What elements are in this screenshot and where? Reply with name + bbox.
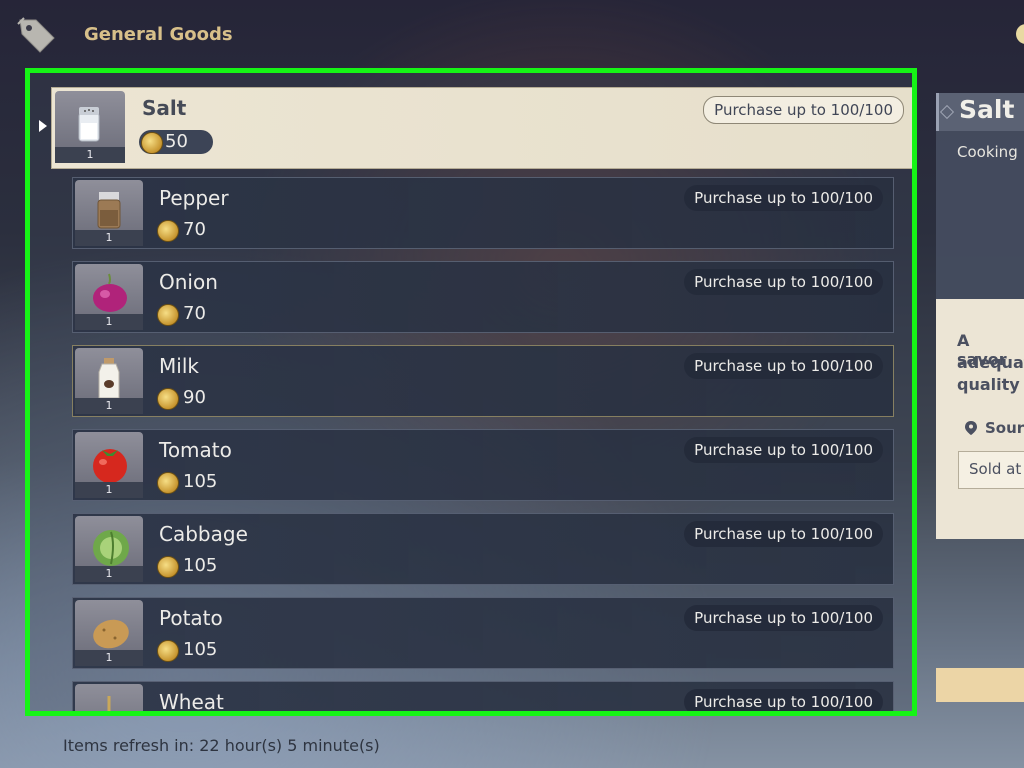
onion-icon bbox=[93, 273, 127, 312]
item-price-value: 90 bbox=[183, 387, 206, 408]
cabbage-icon bbox=[93, 530, 129, 566]
description-line: adequat bbox=[957, 353, 1024, 372]
purchase-limit-badge: Purchase up to 100/100 bbox=[684, 605, 883, 631]
mora-coin-icon bbox=[157, 556, 179, 578]
item-quantity: 1 bbox=[75, 650, 143, 666]
price-tag-icon bbox=[17, 17, 55, 53]
item-row-pepper[interactable]: 1 Pepper 70 Purchase up to 100/100 bbox=[72, 177, 894, 249]
item-name: Onion bbox=[159, 270, 218, 294]
mora-coin-icon bbox=[157, 640, 179, 662]
item-row-salt[interactable]: 1 Salt 50 Purchase up to 100/100 bbox=[51, 87, 912, 169]
detail-header: Salt bbox=[936, 93, 1024, 131]
source-label: Sour bbox=[985, 419, 1024, 437]
shop-title: General Goods bbox=[84, 24, 233, 45]
milk-bottle-icon bbox=[98, 358, 120, 399]
item-thumbnail: 1 bbox=[75, 264, 143, 330]
purchase-limit-badge: Purchase up to 100/100 bbox=[684, 269, 883, 295]
item-name: Tomato bbox=[159, 438, 232, 462]
item-thumbnail: 1 bbox=[55, 91, 125, 163]
purchase-limit-badge: Purchase up to 100/100 bbox=[684, 185, 883, 211]
item-name: Salt bbox=[142, 96, 187, 120]
item-row-onion[interactable]: 1 Onion 70 Purchase up to 100/100 bbox=[72, 261, 894, 333]
item-price-value: 70 bbox=[183, 219, 206, 240]
item-price-value: 70 bbox=[183, 303, 206, 324]
source-value-box: Sold at bbox=[958, 451, 1024, 489]
item-row-cabbage[interactable]: 1 Cabbage 105 Purchase up to 100/100 bbox=[72, 513, 894, 585]
mora-coin-icon bbox=[157, 388, 179, 410]
item-quantity: 1 bbox=[75, 482, 143, 498]
mora-coin-icon bbox=[141, 132, 163, 154]
item-thumbnail: 1 bbox=[75, 600, 143, 666]
salt-shaker-icon bbox=[78, 107, 100, 142]
item-price-value: 105 bbox=[183, 639, 218, 660]
item-name: Cabbage bbox=[159, 522, 248, 546]
purchase-limit-badge: Purchase up to 100/100 bbox=[684, 689, 883, 711]
mora-coin-icon bbox=[157, 220, 179, 242]
purchase-limit-badge: Purchase up to 100/100 bbox=[684, 521, 883, 547]
item-row-milk[interactable]: 1 Milk 90 Purchase up to 100/100 bbox=[72, 345, 894, 417]
diamond-icon bbox=[939, 104, 955, 120]
item-price: 50 bbox=[139, 130, 213, 154]
item-list-frame: 1 Salt 50 Purchase up to 100/100 1 Peppe… bbox=[25, 68, 917, 716]
item-quantity: 1 bbox=[75, 566, 143, 582]
wheat-icon bbox=[107, 696, 111, 711]
top-bar: General Goods bbox=[0, 0, 1024, 70]
mora-currency-icon bbox=[1016, 24, 1024, 44]
detail-title: Salt bbox=[959, 95, 1015, 124]
item-thumbnail: 1 bbox=[75, 180, 143, 246]
item-price-value: 105 bbox=[183, 555, 218, 576]
item-name: Milk bbox=[159, 354, 199, 378]
item-name: Potato bbox=[159, 606, 223, 630]
tomato-icon bbox=[93, 449, 127, 483]
description-line: quality bbox=[957, 375, 1020, 394]
mora-coin-icon bbox=[157, 304, 179, 326]
purchase-limit-badge: Purchase up to 100/100 bbox=[703, 96, 904, 124]
item-name: Wheat bbox=[159, 690, 224, 711]
detail-type: Cooking bbox=[957, 143, 1018, 161]
detail-type-section: Cooking bbox=[936, 131, 1024, 299]
item-name: Pepper bbox=[159, 186, 229, 210]
item-row-wheat[interactable]: Wheat Purchase up to 100/100 bbox=[72, 681, 894, 711]
purchase-limit-badge: Purchase up to 100/100 bbox=[684, 437, 883, 463]
location-pin-icon bbox=[965, 421, 977, 435]
source-value: Sold at bbox=[969, 460, 1022, 478]
purchase-limit-badge: Purchase up to 100/100 bbox=[684, 353, 883, 379]
item-list[interactable]: 1 Salt 50 Purchase up to 100/100 1 Peppe… bbox=[30, 73, 912, 711]
pepper-jar-icon bbox=[97, 192, 121, 229]
item-thumbnail: 1 bbox=[75, 348, 143, 414]
item-price-value: 105 bbox=[183, 471, 218, 492]
item-quantity: 1 bbox=[55, 147, 125, 163]
item-detail-panel: Salt Cooking A savor adequat quality Sou… bbox=[936, 93, 1024, 703]
item-thumbnail: 1 bbox=[75, 516, 143, 582]
item-row-potato[interactable]: 1 Potato 105 Purchase up to 100/100 bbox=[72, 597, 894, 669]
potato-icon bbox=[93, 619, 129, 649]
item-thumbnail: 1 bbox=[75, 432, 143, 498]
item-price-value: 50 bbox=[165, 131, 188, 152]
purchase-button[interactable] bbox=[936, 668, 1024, 702]
refresh-timer: Items refresh in: 22 hour(s) 5 minute(s) bbox=[63, 736, 380, 755]
item-row-tomato[interactable]: 1 Tomato 105 Purchase up to 100/100 bbox=[72, 429, 894, 501]
item-quantity: 1 bbox=[75, 230, 143, 246]
item-quantity: 1 bbox=[75, 314, 143, 330]
mora-coin-icon bbox=[157, 472, 179, 494]
selection-arrow-icon bbox=[39, 120, 47, 132]
detail-description: A savor adequat quality Sour Sold at bbox=[936, 299, 1024, 539]
item-quantity: 1 bbox=[75, 398, 143, 414]
item-thumbnail bbox=[75, 684, 143, 711]
